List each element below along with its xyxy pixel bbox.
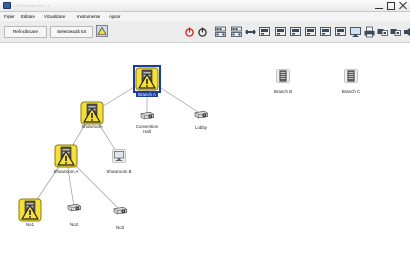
tree-node-no2[interactable]: [66, 199, 82, 215]
tree-node-label: Lobby: [195, 125, 207, 130]
tree-node-label: Showroom B: [106, 169, 132, 174]
window-title: LAN Monitor Ver 1.0: [14, 3, 51, 8]
tree-node-showroom-b[interactable]: [111, 148, 127, 164]
screen-icon[interactable]: [304, 26, 316, 38]
input-icon[interactable]: [214, 26, 226, 38]
tree-node-no1[interactable]: [18, 198, 42, 222]
audio-icon[interactable]: [403, 26, 410, 38]
tree-node-no3[interactable]: [112, 202, 128, 218]
menu-edit[interactable]: Editare: [21, 14, 35, 19]
screen-icon[interactable]: [274, 26, 286, 38]
close-button[interactable]: [397, 0, 409, 12]
folder-group-icon: [343, 68, 359, 86]
group-icon[interactable]: [390, 26, 401, 38]
warning-icon: [54, 144, 78, 170]
tree-node-branch-c[interactable]: [343, 68, 359, 84]
menu-bar: Fișier Editare Vizualizare Instrumente A…: [0, 12, 410, 21]
screen-icon[interactable]: [289, 26, 301, 38]
title-bar: LAN Monitor Ver 1.0: [0, 0, 410, 12]
tree-node-label: No3: [115, 225, 125, 230]
tree-node-label: Convention Hall: [135, 124, 159, 134]
tree-node-label: Branch C: [341, 89, 361, 94]
device-tree-canvas: Branch A Showroom Convention Hall Lobby …: [0, 44, 410, 256]
tree-node-label: Showroom: [81, 124, 103, 129]
properties-icon[interactable]: [96, 25, 108, 37]
tree-node-label: Showroom A: [53, 169, 79, 174]
tree-node-branch-b[interactable]: [275, 68, 291, 84]
tree-node-label: No2: [69, 222, 79, 227]
refresh-button[interactable]: Reîncărcare: [4, 26, 47, 38]
folder-group-icon: [275, 68, 291, 86]
app-icon: [3, 2, 11, 9]
tree-node-branch-a[interactable]: [133, 65, 161, 93]
tree-node-label: Branch A: [136, 91, 158, 97]
minimize-button[interactable]: [373, 0, 385, 12]
power-on-icon[interactable]: [184, 26, 195, 38]
group-icon[interactable]: [377, 26, 388, 38]
menu-file[interactable]: Fișier: [4, 14, 15, 19]
projector-icon: [66, 199, 82, 217]
printer-icon[interactable]: [364, 26, 375, 38]
maximize-button[interactable]: [385, 0, 397, 12]
warning-icon: [135, 67, 159, 93]
standby-icon[interactable]: [197, 26, 208, 38]
tree-node-label: Branch B: [273, 89, 293, 94]
projector-icon: [139, 107, 155, 125]
tree-node-label: No1: [25, 222, 35, 227]
toolbar: Reîncărcare Selectează tot: [0, 21, 410, 43]
menu-help[interactable]: Ajutor: [109, 14, 120, 19]
projector-icon: [112, 202, 128, 220]
menu-tools[interactable]: Instrumente: [77, 14, 100, 19]
tree-node-showroom[interactable]: [80, 101, 104, 125]
menu-view[interactable]: Vizualizare: [44, 14, 65, 19]
projector-icon: [111, 148, 127, 166]
tree-node-lobby[interactable]: [193, 106, 209, 122]
warning-icon: [18, 198, 42, 224]
screen-icon[interactable]: [319, 26, 331, 38]
monitor-icon[interactable]: [349, 26, 361, 38]
tree-node-convention-hall[interactable]: [139, 107, 155, 123]
screen-icon[interactable]: [334, 26, 346, 38]
network-icon[interactable]: [245, 26, 256, 38]
input-icon[interactable]: [230, 26, 242, 38]
select-all-button[interactable]: Selectează tot: [50, 26, 93, 38]
projector-icon: [193, 106, 209, 124]
screen-icon[interactable]: [258, 26, 270, 38]
tree-node-showroom-a[interactable]: [54, 144, 78, 168]
